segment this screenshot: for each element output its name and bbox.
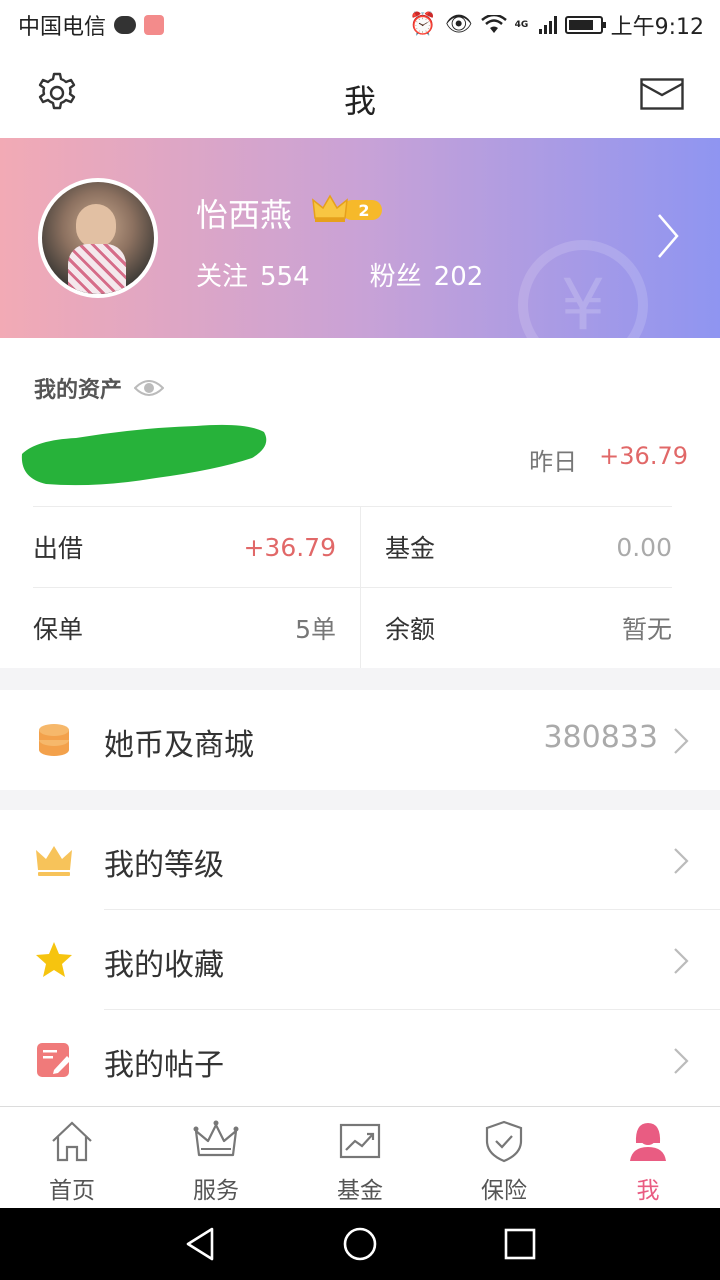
yesterday-earnings: 昨日 +36.79 xyxy=(529,442,688,477)
home-icon xyxy=(52,1121,92,1162)
eye-comfort-icon: 👁 xyxy=(444,12,473,37)
status-left: 中国电信 xyxy=(18,9,165,41)
coins-section: 她币及商城 380833 xyxy=(0,690,720,790)
coins-mall-row[interactable]: 她币及商城 380833 xyxy=(0,690,720,790)
tab-insurance[interactable]: 保险 xyxy=(432,1107,576,1208)
recents-square-icon[interactable] xyxy=(502,1226,538,1262)
asset-label: 保单 xyxy=(33,615,84,644)
avatar[interactable] xyxy=(38,178,158,298)
vip-level-badge[interactable]: 2 xyxy=(312,194,384,226)
avatar-dress xyxy=(68,244,126,294)
menu-item-level[interactable]: 我的等级 xyxy=(0,810,720,910)
status-bar: 中国电信 ⏰ 👁 4G 上午9:12 xyxy=(0,0,720,50)
asset-lending-cell[interactable]: 出借 +36.79 xyxy=(33,506,360,587)
page-title: 我 xyxy=(343,82,376,120)
assets-grid-row: 出借 +36.79 基金 0.00 xyxy=(0,506,720,587)
asset-label: 基金 xyxy=(385,534,436,563)
menu-item-posts[interactable]: 我的帖子 xyxy=(0,1010,720,1110)
signal-icon xyxy=(538,16,557,34)
clock: 上午9:12 xyxy=(610,15,704,40)
tab-label: 我 xyxy=(636,1178,660,1204)
assets-title: 我的资产 xyxy=(34,378,123,403)
yesterday-value: +36.79 xyxy=(599,442,688,470)
home-circle-icon[interactable] xyxy=(342,1226,378,1262)
followers-stat[interactable]: 粉丝 202 xyxy=(370,256,484,293)
yesterday-label: 昨日 xyxy=(529,448,578,476)
assets-grid: 出借 +36.79 基金 0.00 保单 5单 余额 暂无 xyxy=(0,506,720,668)
assets-grid-row: 保单 5单 余额 暂无 xyxy=(0,587,720,668)
status-right: ⏰ 👁 4G 上午9:12 xyxy=(409,9,704,41)
tab-label: 基金 xyxy=(337,1178,383,1204)
tab-label: 首页 xyxy=(49,1178,95,1204)
coins-balance: 380833 xyxy=(543,720,658,755)
menu-list: 我的等级 我的收藏 我的帖子 xyxy=(0,810,720,1110)
profile-banner[interactable]: ¥ 怡西燕 2 关注 554 粉丝 202 xyxy=(0,138,720,338)
tab-service[interactable]: 服务 xyxy=(144,1107,288,1208)
title-bar: 我 xyxy=(0,50,720,138)
crown-outline-icon xyxy=(193,1120,239,1157)
menu-item-label: 我的收藏 xyxy=(104,948,224,983)
shield-check-icon xyxy=(485,1120,523,1163)
tab-me[interactable]: 我 xyxy=(576,1107,720,1208)
profile-stats: 关注 554 粉丝 202 xyxy=(196,256,483,293)
asset-value: 5单 xyxy=(295,615,336,644)
star-icon xyxy=(36,942,72,977)
bottom-tab-bar: 首页 服务 基金 保险 我 xyxy=(0,1106,720,1208)
assets-card: 我的资产 昨日 +36.79 出借 +36.79 基金 0.00 保单 5单 余… xyxy=(0,338,720,668)
asset-label: 余额 xyxy=(385,615,436,644)
chevron-right-icon xyxy=(674,728,689,754)
crown-icon xyxy=(36,846,72,876)
avatar-face xyxy=(76,204,116,248)
coins-mall-label: 她币及商城 xyxy=(104,728,254,763)
asset-policy-cell[interactable]: 保单 5单 xyxy=(33,587,360,668)
system-navigation-bar xyxy=(0,1208,720,1280)
user-icon xyxy=(630,1123,666,1161)
yuan-watermark-icon: ¥ xyxy=(518,240,648,338)
redacted-balance-scribble xyxy=(21,424,267,486)
menu-item-label: 我的等级 xyxy=(104,848,224,883)
mail-envelope-icon[interactable] xyxy=(640,78,684,110)
asset-fund-cell[interactable]: 基金 0.00 xyxy=(360,506,672,587)
chevron-right-icon[interactable] xyxy=(656,212,680,260)
battery-icon xyxy=(564,16,606,34)
tab-label: 保险 xyxy=(481,1178,527,1204)
post-edit-icon xyxy=(37,1043,71,1077)
chevron-right-icon xyxy=(674,948,689,974)
shopping-app-notification-icon xyxy=(144,15,165,35)
wifi-icon xyxy=(480,15,507,33)
tab-home[interactable]: 首页 xyxy=(0,1107,144,1208)
carrier-name: 中国电信 xyxy=(18,15,107,40)
asset-balance-cell[interactable]: 余额 暂无 xyxy=(360,587,672,668)
asset-label: 出借 xyxy=(33,534,84,563)
chart-trend-icon xyxy=(339,1123,381,1159)
user-nickname: 怡西燕 xyxy=(196,196,293,234)
vip-level-number: 2 xyxy=(358,201,369,220)
tab-fund[interactable]: 基金 xyxy=(288,1107,432,1208)
asset-value: 暂无 xyxy=(621,615,672,644)
tab-label: 服务 xyxy=(193,1178,239,1204)
coin-stack-icon xyxy=(39,724,69,756)
network-type: 4G xyxy=(514,19,529,30)
followers-label: 粉丝 xyxy=(369,262,422,292)
following-count: 554 xyxy=(260,262,310,292)
alarm-icon: ⏰ xyxy=(409,12,437,37)
asset-value: +36.79 xyxy=(243,532,336,562)
asset-value: 0.00 xyxy=(616,532,672,562)
chevron-right-icon xyxy=(674,1048,689,1074)
eye-visibility-icon[interactable] xyxy=(134,378,165,398)
back-icon[interactable] xyxy=(182,1226,218,1262)
message-notification-icon xyxy=(114,16,137,34)
menu-item-label: 我的帖子 xyxy=(104,1048,224,1083)
followers-count: 202 xyxy=(433,262,484,292)
assets-header: 我的资产 xyxy=(34,372,165,404)
chevron-right-icon xyxy=(674,848,689,874)
following-label: 关注 xyxy=(196,262,249,292)
menu-item-favorites[interactable]: 我的收藏 xyxy=(0,910,720,1010)
following-stat[interactable]: 关注 554 xyxy=(196,256,310,293)
